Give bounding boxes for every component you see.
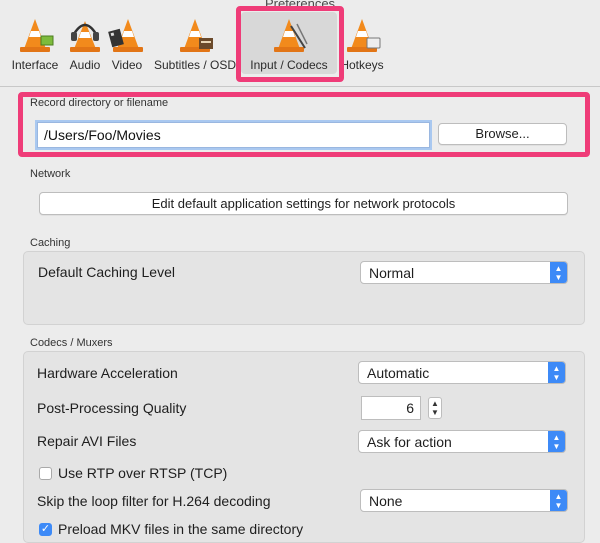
tab-highlight-box xyxy=(236,6,344,82)
tab-interface[interactable]: Interface xyxy=(10,16,60,72)
tab-subtitles-osd[interactable]: Subtitles / OSD xyxy=(151,16,239,72)
tab-video[interactable]: Video xyxy=(108,16,146,72)
cone-video-icon xyxy=(108,19,143,52)
chevron-updown-icon: ▲ ▼ xyxy=(550,262,567,283)
chevron-updown-icon: ▲ ▼ xyxy=(548,362,565,383)
checkmark-icon: ✓ xyxy=(40,523,51,535)
tab-audio-label: Audio xyxy=(69,58,101,72)
preload-mkv-label: Preload MKV files in the same directory xyxy=(58,521,304,537)
preload-mkv-checkbox[interactable]: ✓ xyxy=(39,523,52,536)
codecs-section-label: Codecs / Muxers xyxy=(30,337,113,349)
loop-filter-select[interactable]: None ▲ ▼ xyxy=(360,489,568,512)
preferences-toolbar: Interface Audio Video Subtitles / OSD In… xyxy=(0,0,600,86)
tab-video-label: Video xyxy=(111,58,143,72)
edit-network-settings-button[interactable]: Edit default application settings for ne… xyxy=(39,192,568,215)
tab-subtitles-osd-label: Subtitles / OSD xyxy=(153,58,237,72)
record-highlight-box xyxy=(18,92,590,157)
cone-hotkeys-icon xyxy=(347,19,381,52)
loop-filter-label: Skip the loop filter for H.264 decoding xyxy=(37,493,271,509)
repair-avi-select[interactable]: Ask for action ▲ ▼ xyxy=(358,430,566,453)
tab-interface-label: Interface xyxy=(11,58,59,72)
stepper-down-icon: ▼ xyxy=(431,408,439,417)
rtp-over-rtsp-label: Use RTP over RTSP (TCP) xyxy=(58,465,228,481)
caching-section-label: Caching xyxy=(30,237,71,249)
toolbar-separator xyxy=(0,86,600,87)
cone-subtitles-icon xyxy=(180,19,213,52)
tab-hotkeys-label: Hotkeys xyxy=(340,58,384,72)
hw-accel-value: Automatic xyxy=(367,365,430,381)
hw-accel-select[interactable]: Automatic ▲ ▼ xyxy=(358,361,566,384)
caching-level-select[interactable]: Normal ▲ ▼ xyxy=(360,261,568,284)
caching-level-label: Default Caching Level xyxy=(38,264,175,280)
repair-avi-label: Repair AVI Files xyxy=(37,433,137,449)
pp-quality-stepper[interactable]: ▲ ▼ xyxy=(428,397,442,419)
chevron-updown-icon: ▲ ▼ xyxy=(548,431,565,452)
cone-headphones-icon xyxy=(70,21,100,52)
tab-hotkeys[interactable]: Hotkeys xyxy=(340,16,384,72)
stepper-up-icon: ▲ xyxy=(431,399,439,408)
rtp-over-rtsp-checkbox[interactable] xyxy=(39,467,52,480)
network-section-label: Network xyxy=(30,168,71,180)
cone-interface-icon xyxy=(20,19,54,52)
caching-level-value: Normal xyxy=(369,265,415,281)
loop-filter-value: None xyxy=(369,493,403,509)
pp-quality-input[interactable]: 6 xyxy=(361,396,421,420)
tab-audio[interactable]: Audio xyxy=(64,16,106,72)
pp-quality-label: Post-Processing Quality xyxy=(37,400,187,416)
repair-avi-value: Ask for action xyxy=(367,434,452,450)
hw-accel-label: Hardware Acceleration xyxy=(37,365,178,381)
chevron-updown-icon: ▲ ▼ xyxy=(550,490,567,511)
